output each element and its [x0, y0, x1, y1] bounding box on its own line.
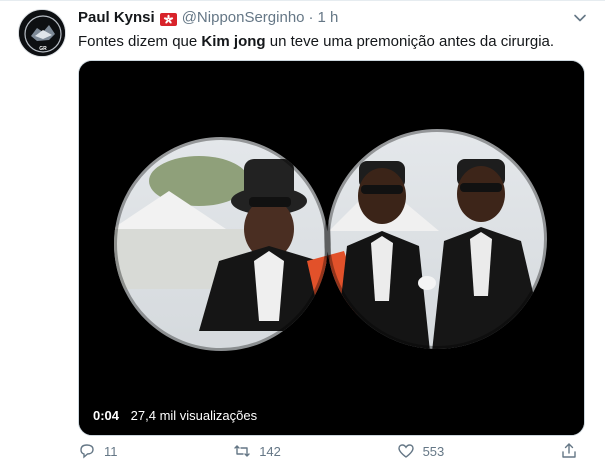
- reply-icon: [80, 444, 94, 459]
- reply-button[interactable]: 11: [78, 443, 118, 459]
- display-name[interactable]: Paul Kynsi: [78, 8, 155, 28]
- video-duration: 0:04: [93, 408, 120, 423]
- avatar[interactable]: GR: [18, 9, 66, 57]
- tweet-actions: 11 142 553: [78, 443, 578, 459]
- svg-text:GR: GR: [39, 46, 47, 52]
- tweet-header: Paul Kynsi @NipponSerginho · 1 h: [78, 8, 565, 28]
- video-player[interactable]: 0:04 27,4 mil visualizações: [78, 60, 585, 436]
- tweet-text-bold: Kim jong: [201, 33, 266, 50]
- video-views: 27,4 mil visualizações: [130, 408, 258, 423]
- tweet[interactable]: GR Paul Kynsi @NipponSerginho · 1 h Font…: [0, 0, 605, 459]
- share-icon: [562, 443, 576, 458]
- retweet-button[interactable]: 142: [233, 443, 281, 459]
- retweet-count: 142: [259, 443, 281, 459]
- tweet-text: Fontes dizem que Kim jong un teve uma pr…: [78, 32, 593, 52]
- tweet-text-after: un teve uma premonição antes da cirurgia…: [265, 33, 555, 50]
- like-count: 553: [422, 443, 445, 459]
- heart-icon: [397, 444, 414, 458]
- video-frame: [79, 61, 584, 435]
- reply-count: 11: [104, 443, 118, 459]
- user-handle[interactable]: @NipponSerginho: [182, 8, 305, 28]
- video-info: 0:04 27,4 mil visualizações: [93, 408, 257, 423]
- tweet-text-before: Fontes dizem que: [78, 33, 202, 50]
- timestamp[interactable]: 1 h: [318, 8, 339, 28]
- like-button[interactable]: 553: [397, 443, 445, 459]
- share-button[interactable]: [560, 443, 578, 459]
- chevron-down-icon[interactable]: [573, 11, 587, 25]
- retweet-icon: [234, 445, 250, 457]
- hong-kong-flag-icon: [159, 12, 177, 26]
- separator-dot: ·: [308, 9, 314, 26]
